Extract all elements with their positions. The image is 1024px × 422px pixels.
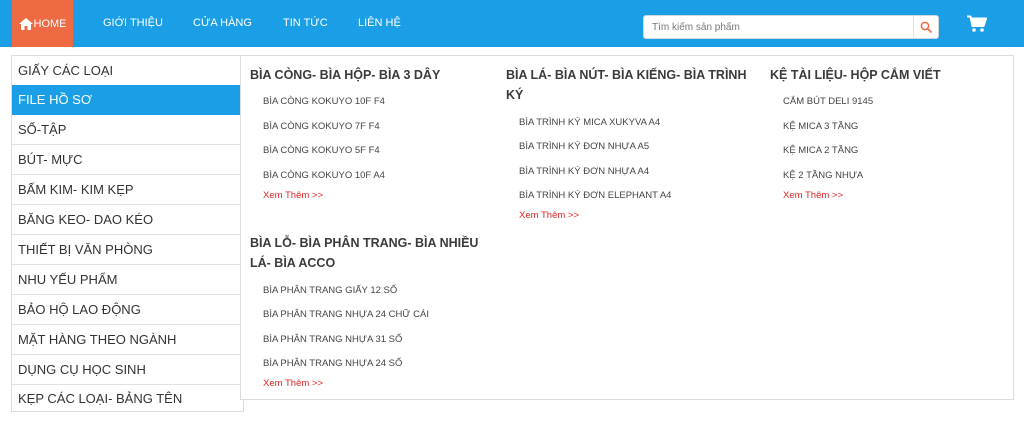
group-title-bia-lo[interactable]: BÌA LỖ- BÌA PHÂN TRANG- BÌA NHIỀU LÁ- BÌ… xyxy=(250,233,490,273)
group-link[interactable]: CẮM BÚT DELI 9145 xyxy=(783,96,873,107)
cart-icon[interactable] xyxy=(967,15,987,33)
group-link[interactable]: BÌA CÒNG KOKUYO 7F F4 xyxy=(263,121,380,132)
sidebar-item-kep-cac-loai-bang-ten[interactable]: KẸP CÁC LOẠI- BẢNG TÊN xyxy=(12,384,243,414)
group-link[interactable]: BÌA PHÂN TRANG NHỰA 24 CHỮ CÁI xyxy=(263,309,429,320)
sidebar-item-but-muc[interactable]: BÚT- MỰC xyxy=(12,145,243,175)
sidebar-item-dung-cu-hoc-sinh[interactable]: DỤNG CỤ HỌC SINH xyxy=(12,355,243,385)
sidebar-item-bam-kim-kim-kep[interactable]: BẤM KIM- KIM KẸP xyxy=(12,175,243,205)
group-title-ke-tai-lieu[interactable]: KỆ TÀI LIỆU- HỘP CẮM VIẾT xyxy=(770,65,1010,85)
group-link[interactable]: BÌA CÒNG KOKUYO 10F F4 xyxy=(263,96,385,107)
group-link[interactable]: KỆ MICA 2 TẦNG xyxy=(783,145,858,156)
more-link-bia-cong[interactable]: Xem Thêm >> xyxy=(263,190,323,201)
nav-home[interactable]: HOME xyxy=(12,0,73,47)
group-link[interactable]: BÌA TRÌNH KÝ ĐƠN NHỰA A5 xyxy=(519,141,649,152)
sidebar-item-file-ho-so[interactable]: FILE HỒ SƠ xyxy=(12,85,243,115)
sidebar-item-mat-hang-theo-nganh[interactable]: MẶT HÀNG THEO NGÀNH xyxy=(12,325,243,355)
group-link[interactable]: BÌA CÒNG KOKUYO 10F A4 xyxy=(263,170,385,181)
sidebar-item-nhu-yeu-pham[interactable]: NHU YẾU PHẨM xyxy=(12,265,243,295)
nav-link-tin-tuc[interactable]: TIN TỨC xyxy=(283,0,328,47)
nav-home-label: HOME xyxy=(33,17,67,30)
more-link-bia-lo[interactable]: Xem Thêm >> xyxy=(263,378,323,389)
group-link[interactable]: KỆ 2 TẦNG NHỰA xyxy=(783,170,863,181)
more-link-bia-la[interactable]: Xem Thêm >> xyxy=(519,210,579,221)
group-link[interactable]: BÌA TRÌNH KÝ MICA XUKYVA A4 xyxy=(519,117,660,128)
sidebar-item-thiet-bi-van-phong[interactable]: THIẾT BỊ VĂN PHÒNG xyxy=(12,235,243,265)
group-link[interactable]: BÌA CÒNG KOKUYO 5F F4 xyxy=(263,145,380,156)
top-navigation-bar: HOME GIỚI THIỆU CỬA HÀNG TIN TỨC LIÊN HỆ xyxy=(0,0,1024,47)
group-link[interactable]: BÌA PHÂN TRANG GIẤY 12 SỐ xyxy=(263,285,397,296)
group-link[interactable]: BÌA PHÂN TRANG NHỰA 24 SỐ xyxy=(263,358,402,369)
search-input[interactable] xyxy=(644,16,914,38)
group-title-bia-cong[interactable]: BÌA CÒNG- BÌA HỘP- BÌA 3 DÂY xyxy=(250,65,490,85)
group-title-bia-la[interactable]: BÌA LÁ- BÌA NÚT- BÌA KIẾNG- BÌA TRÌNH KÝ xyxy=(506,65,756,105)
more-link-ke-tai-lieu[interactable]: Xem Thêm >> xyxy=(783,190,843,201)
group-link[interactable]: BÌA TRÌNH KÝ ĐƠN ELEPHANT A4 xyxy=(519,190,671,201)
group-link[interactable]: BÌA PHÂN TRANG NHỰA 31 SỐ xyxy=(263,334,402,345)
group-link[interactable]: BÌA TRÌNH KÝ ĐƠN NHỰA A4 xyxy=(519,166,649,177)
home-icon xyxy=(18,17,33,30)
group-link[interactable]: KỆ MICA 3 TẦNG xyxy=(783,121,858,132)
sidebar-item-bao-ho-lao-dong[interactable]: BẢO HỘ LAO ĐỘNG xyxy=(12,295,243,325)
category-sidebar: GIẤY CÁC LOẠI FILE HỒ SƠ SỔ-TẬP BÚT- MỰC… xyxy=(11,55,244,412)
search-button[interactable] xyxy=(913,16,938,38)
nav-link-lien-he[interactable]: LIÊN HỆ xyxy=(358,0,401,47)
search-icon xyxy=(920,21,932,33)
mega-menu-panel: BÌA CÒNG- BÌA HỘP- BÌA 3 DÂY BÌA CÒNG KO… xyxy=(240,55,1014,400)
nav-link-gioi-thieu[interactable]: GIỚI THIỆU xyxy=(103,0,163,47)
sidebar-item-giay-cac-loai[interactable]: GIẤY CÁC LOẠI xyxy=(12,56,243,86)
sidebar-item-so-tap[interactable]: SỔ-TẬP xyxy=(12,115,243,145)
search-box xyxy=(643,15,939,39)
sidebar-item-bang-keo-dao-keo[interactable]: BĂNG KEO- DAO KÉO xyxy=(12,205,243,235)
nav-link-cua-hang[interactable]: CỬA HÀNG xyxy=(193,0,252,47)
